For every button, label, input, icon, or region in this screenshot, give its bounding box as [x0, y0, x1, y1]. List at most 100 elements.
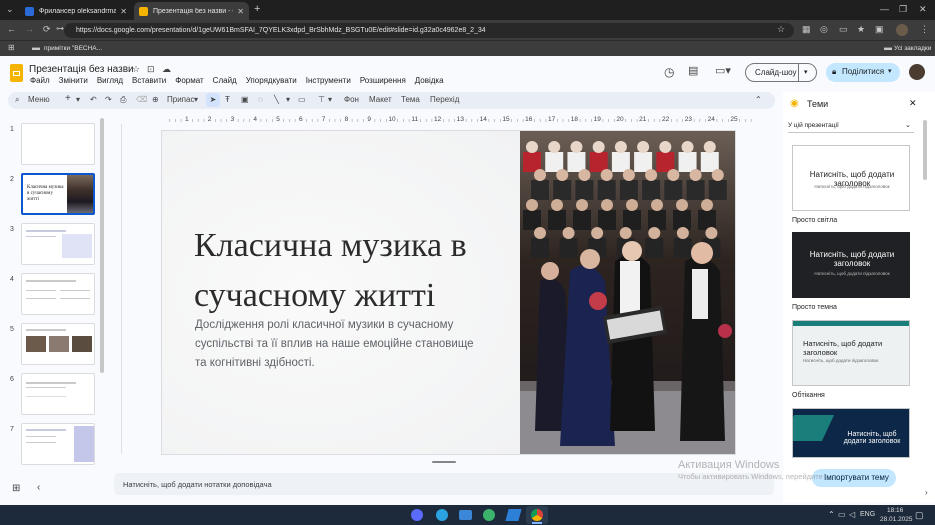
chevron-down-icon[interactable]: ▾ [888, 67, 892, 75]
slide-thumbnail[interactable] [21, 273, 95, 315]
line-icon[interactable]: ╲ [274, 95, 279, 104]
extension-icon[interactable]: ▦ [802, 25, 811, 34]
tab-list-icon[interactable]: ⌄ [6, 5, 14, 14]
url-field[interactable]: https://docs.google.com/presentation/d/1… [64, 23, 794, 38]
slide-title[interactable]: Класична музика в сучасному житті [194, 221, 504, 321]
zoom-fit-select[interactable]: Припас [167, 95, 194, 104]
zoom-icon[interactable]: ⊕ [152, 95, 159, 104]
layout-button[interactable]: Макет [369, 95, 392, 104]
menu-format[interactable]: Формат [175, 76, 203, 85]
star-icon[interactable]: ☆ [132, 65, 140, 74]
slide-body-text[interactable]: Дослідження ролі класичної музики в суча… [195, 316, 475, 373]
chevron-down-icon[interactable]: ▾ [76, 95, 80, 104]
discord-icon[interactable] [411, 509, 423, 521]
maximize-icon[interactable]: ❐ [899, 5, 907, 14]
bookmark-star-icon[interactable]: ☆ [777, 25, 785, 34]
print-icon[interactable]: ⎙ [120, 95, 126, 105]
import-theme-button[interactable]: Імпортувати тему [812, 469, 896, 487]
menu-file[interactable]: Файл [30, 76, 50, 85]
tray-chevron-icon[interactable]: ⌃ [828, 510, 835, 519]
bookmark-link[interactable]: примітки "ВЕСНА... [44, 45, 102, 52]
slide-thumbnail[interactable] [21, 223, 95, 265]
slideshow-button[interactable]: Слайд-шоу ▾ [745, 63, 817, 82]
chevron-down-icon[interactable]: ▾ [286, 95, 290, 104]
theme-source-select[interactable]: У цій презентації ⌄ [788, 120, 914, 133]
move-folder-icon[interactable]: ⊡ [147, 65, 155, 74]
theme-simple-dark[interactable]: Натисніть, щоб додати заголовок Натисніт… [792, 232, 910, 298]
close-icon[interactable]: ✕ [237, 7, 244, 16]
all-bookmarks-link[interactable]: Усі закладки [894, 45, 931, 52]
share-button[interactable]: 🔒︎ Поділитися ▾ [826, 63, 900, 82]
menu-insert[interactable]: Вставити [132, 76, 166, 85]
grid-view-icon[interactable]: ⊞ [12, 483, 20, 494]
explorer-icon[interactable] [459, 510, 472, 520]
themes-scrollbar[interactable] [923, 120, 927, 180]
clock-time[interactable]: 18:16 [887, 507, 903, 514]
collapse-filmstrip-icon[interactable]: ‹ [37, 482, 40, 493]
menu-slide[interactable]: Слайд [213, 76, 237, 85]
expand-panel-icon[interactable]: › [925, 488, 928, 497]
extension-icon[interactable]: ◎ [820, 25, 828, 34]
slides-logo-icon[interactable] [10, 64, 23, 82]
close-icon[interactable]: ✕ [120, 7, 127, 16]
transition-button[interactable]: Перехід [430, 95, 459, 104]
speaker-notes[interactable]: Натисніть, щоб додати нотатки доповідача [114, 473, 774, 495]
menu-arrange[interactable]: Упорядкувати [246, 76, 297, 85]
theme-button[interactable]: Тема [401, 95, 420, 104]
window-close-icon[interactable]: ✕ [919, 5, 927, 14]
comment-add-icon[interactable]: ▭ [298, 95, 306, 104]
app-icon[interactable] [483, 509, 495, 521]
language-indicator[interactable]: ENG [860, 511, 875, 518]
theme-simple-light[interactable]: Натисніть, щоб додати заголовок Натисніт… [792, 145, 910, 211]
slide-thumbnail-active[interactable]: Класична музика в сучасному житті [21, 173, 95, 215]
filmstrip-scrollbar[interactable] [100, 118, 104, 373]
concert-photo[interactable] [520, 131, 735, 454]
new-slide-icon[interactable]: + [65, 93, 71, 104]
comments-icon[interactable]: ▤ [688, 66, 698, 77]
shape-icon[interactable]: ◌ [258, 95, 263, 104]
document-title[interactable]: Презентація без назви [29, 64, 134, 75]
slide-thumbnail[interactable] [21, 123, 95, 165]
menu-search[interactable]: Меню [28, 95, 50, 104]
account-avatar[interactable] [909, 64, 925, 80]
undo-icon[interactable]: ↶ [90, 95, 97, 104]
text-box-icon[interactable]: Ŧ [225, 95, 230, 104]
menu-extensions[interactable]: Розширення [360, 76, 406, 85]
extension-icon[interactable]: ★ [857, 25, 865, 34]
meet-icon[interactable]: ▭▾ [715, 66, 731, 77]
history-icon[interactable]: ◷ [664, 66, 674, 78]
menu-edit[interactable]: Змінити [59, 76, 88, 85]
new-tab-icon[interactable]: + [254, 4, 260, 15]
theme-coral[interactable]: Натисніть, щоб додати заголовок [792, 408, 910, 458]
reload-icon[interactable]: ⟳ [43, 25, 51, 34]
minimize-icon[interactable]: — [880, 5, 889, 14]
chevron-down-icon[interactable]: ▾ [804, 68, 808, 76]
slide-thumbnail[interactable] [21, 373, 95, 415]
chrome-taskbar-button[interactable] [526, 506, 548, 524]
paint-format-icon[interactable]: ⌫ [136, 95, 147, 104]
profile-avatar[interactable] [896, 24, 908, 36]
slide-thumbnail[interactable] [21, 423, 95, 465]
forward-icon[interactable]: → [25, 25, 34, 34]
redo-icon[interactable]: ↷ [105, 95, 112, 104]
tab-freelancer[interactable]: Фрилансер oleksandrmazula1 ✕ [20, 2, 132, 20]
notes-resize-handle[interactable] [432, 461, 456, 463]
extension-icon[interactable]: ▭ [839, 25, 848, 34]
telegram-icon[interactable] [436, 509, 448, 521]
chevron-down-icon[interactable]: ▾ [328, 95, 332, 104]
tab-presentation[interactable]: Презентація без назви - Goog ✕ [134, 2, 249, 20]
image-icon[interactable]: ▣ [241, 95, 249, 104]
collapse-toolbar-icon[interactable]: ⌃ [755, 95, 762, 104]
extension-icon[interactable]: ▣ [875, 25, 884, 34]
select-cursor-icon[interactable]: ➤ [206, 93, 220, 107]
menu-tools[interactable]: Інструменти [306, 76, 351, 85]
clock-date[interactable]: 28.01.2025 [880, 516, 913, 523]
site-info-icon[interactable]: ⊶ [56, 25, 64, 33]
slide-canvas[interactable]: Класична музика в сучасному житті Дослід… [162, 131, 735, 454]
menu-help[interactable]: Довідка [415, 76, 444, 85]
background-button[interactable]: Фон [344, 95, 359, 104]
network-icon[interactable]: ▭ [838, 510, 846, 519]
apps-icon[interactable]: ⊞ [8, 44, 15, 52]
volume-icon[interactable]: ◁ [849, 510, 855, 519]
browser-menu-icon[interactable]: ⋮ [920, 25, 929, 34]
